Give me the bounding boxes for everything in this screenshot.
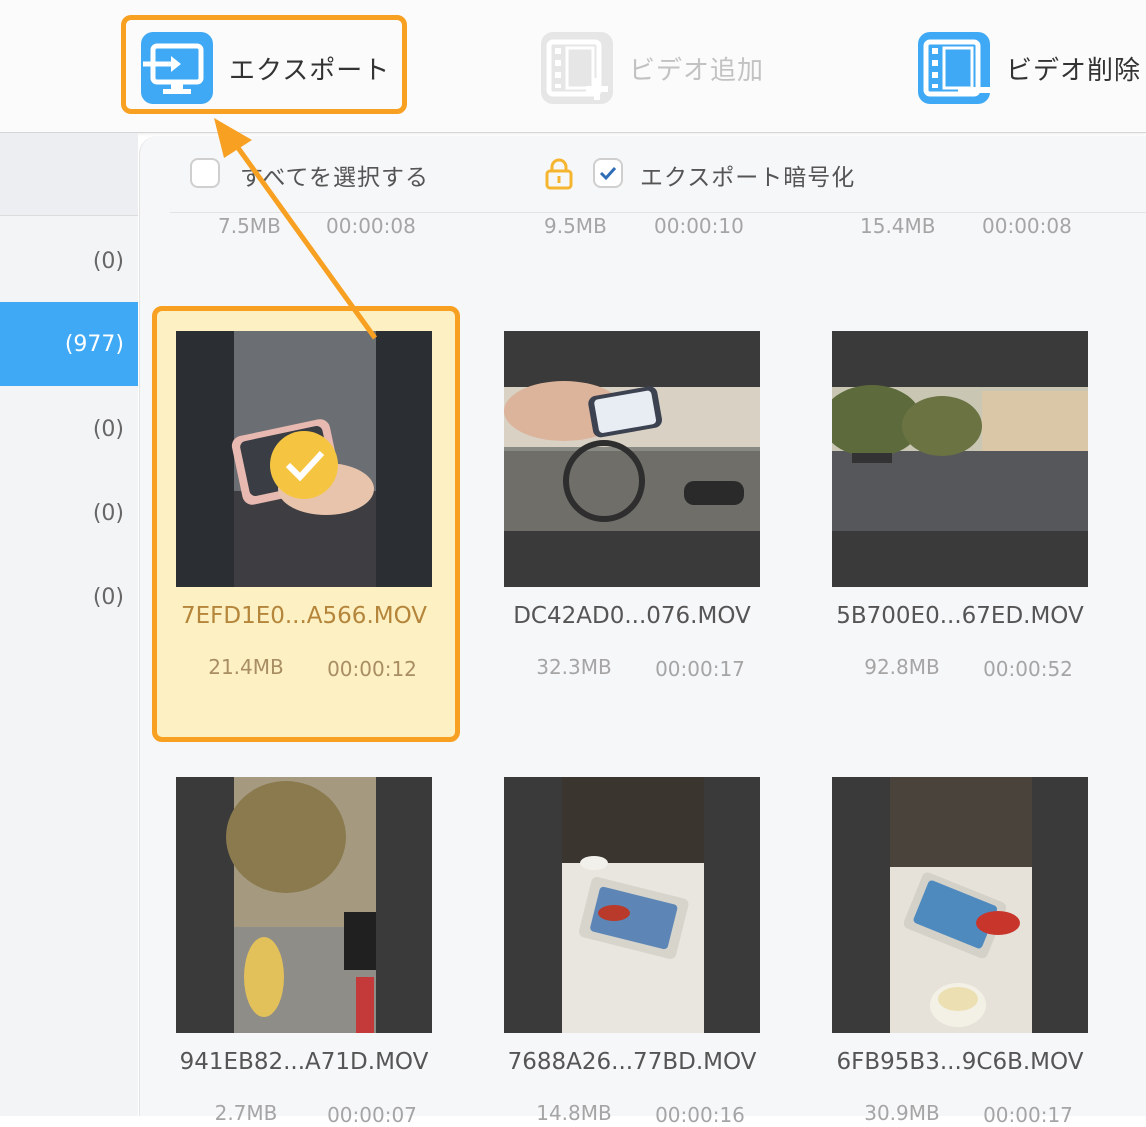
video-name: 941EB82...A71D.MOV: [179, 1049, 429, 1075]
sidebar: (0) (977) (0) (0) (0): [0, 133, 138, 1116]
video-name: 5B700E0...67ED.MOV: [836, 603, 1084, 629]
film-delete-icon: [918, 32, 990, 104]
lock-icon: [544, 158, 574, 194]
encrypt-checkbox[interactable]: [593, 158, 623, 188]
prev-duration: 00:00:08: [982, 214, 1072, 238]
video-name: DC42AD0...076.MOV: [513, 603, 751, 629]
video-size: 21.4MB: [208, 655, 284, 679]
sidebar-item-0[interactable]: (0): [0, 219, 138, 303]
video-name: 7EFD1E0...A566.MOV: [180, 603, 428, 629]
encrypt-label: エクスポート暗号化: [640, 165, 856, 191]
video-tile[interactable]: DC42AD0...076.MOV 32.3MB 00:00:17: [504, 331, 804, 691]
video-duration: 00:00:12: [327, 657, 417, 681]
add-video-button[interactable]: ビデオ追加: [541, 32, 764, 104]
sidebar-item-1[interactable]: (977): [0, 302, 138, 386]
prev-duration: 00:00:10: [654, 214, 744, 238]
video-duration: 00:00:17: [655, 657, 745, 681]
video-tile[interactable]: 7688A26...77BD.MOV 14.8MB 00:00:16: [504, 777, 804, 1127]
add-video-label: ビデオ追加: [629, 55, 765, 86]
video-thumbnail: [832, 777, 1088, 1033]
video-thumbnail: [832, 331, 1088, 587]
video-name: 6FB95B3...9C6B.MOV: [836, 1049, 1084, 1075]
select-all-checkbox[interactable]: [190, 158, 220, 188]
video-size: 92.8MB: [864, 655, 940, 679]
prev-size: 9.5MB: [544, 214, 607, 238]
delete-video-button[interactable]: ビデオ削除: [918, 32, 1141, 104]
sidebar-item-count: (977): [64, 331, 124, 357]
video-name: 7688A26...77BD.MOV: [507, 1049, 757, 1075]
prev-size: 7.5MB: [218, 214, 281, 238]
sidebar-item-4[interactable]: (0): [0, 555, 138, 639]
video-thumbnail: [176, 777, 432, 1033]
sidebar-item-count: (0): [92, 500, 124, 526]
video-thumbnail: [504, 777, 760, 1033]
video-size: 30.9MB: [864, 1101, 940, 1125]
video-thumbnail: [176, 331, 432, 587]
sidebar-item-3[interactable]: (0): [0, 471, 138, 555]
sidebar-item-count: (0): [92, 416, 124, 442]
sidebar-item-count: (0): [92, 584, 124, 610]
sidebar-item-2[interactable]: (0): [0, 387, 138, 471]
prev-duration: 00:00:08: [326, 214, 416, 238]
export-highlight-frame: [121, 15, 407, 114]
select-all-label: すべてを選択する: [240, 165, 430, 191]
video-size: 32.3MB: [536, 655, 612, 679]
options-bar: すべてを選択する エクスポート暗号化: [170, 136, 1146, 213]
video-tile[interactable]: 5B700E0...67ED.MOV 92.8MB 00:00:52: [832, 331, 1132, 691]
previous-row: 7.5MB 00:00:08 9.5MB 00:00:10 15.4MB 00:…: [140, 214, 1146, 242]
video-duration: 00:00:16: [655, 1103, 745, 1127]
sidebar-item-count: (0): [92, 248, 124, 274]
video-size: 2.7MB: [214, 1101, 278, 1125]
video-thumbnail: [504, 331, 760, 587]
video-tile[interactable]: 6FB95B3...9C6B.MOV 30.9MB 00:00:17: [832, 777, 1132, 1127]
film-add-icon: [541, 32, 613, 104]
toolbar: エクスポート ビデオ追加 ビデオ削除: [0, 0, 1146, 133]
delete-video-label: ビデオ削除: [1006, 55, 1142, 86]
video-tile[interactable]: 7EFD1E0...A566.MOV 21.4MB 00:00:12: [176, 331, 476, 691]
sidebar-header: [0, 133, 138, 216]
video-duration: 00:00:17: [983, 1103, 1073, 1127]
checkmark-icon: [599, 166, 617, 181]
video-duration: 00:00:07: [327, 1103, 417, 1127]
prev-size: 15.4MB: [860, 214, 936, 238]
video-duration: 00:00:52: [983, 657, 1073, 681]
video-size: 14.8MB: [536, 1101, 612, 1125]
video-tile[interactable]: 941EB82...A71D.MOV 2.7MB 00:00:07: [176, 777, 476, 1127]
